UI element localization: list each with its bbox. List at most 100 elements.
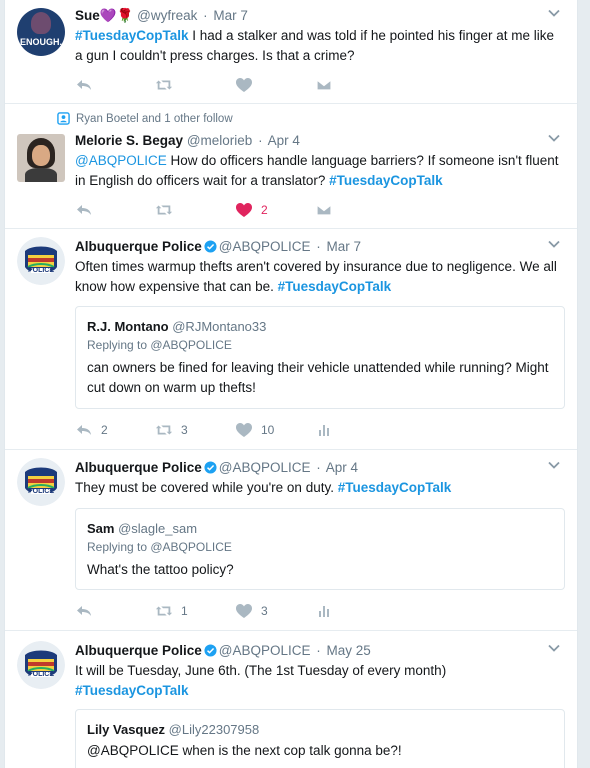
social-context-text: Ryan Boetel and 1 other follow: [76, 112, 233, 125]
avatar[interactable]: ENOUGH.: [17, 8, 65, 56]
like-button[interactable]: 10: [235, 422, 315, 438]
retweet-icon: [155, 202, 173, 218]
tweet[interactable]: POLICE Albuquerque Police @ABQPOLICE · Ma…: [5, 631, 577, 768]
tweet-header: Melorie S. Begay @melorieb · Apr 4: [75, 131, 561, 150]
timestamp[interactable]: Mar 7: [213, 8, 248, 23]
reply-icon: [75, 202, 93, 218]
police-logo-avatar[interactable]: [17, 458, 65, 506]
tweet[interactable]: POLICE Albuquerque Police @ABQPOLICE · Ma…: [5, 229, 577, 450]
separator: ·: [316, 643, 321, 658]
analytics-button[interactable]: [315, 603, 395, 619]
name-emoji: 💜🌹: [99, 8, 134, 23]
author-handle[interactable]: @melorieb: [187, 133, 252, 148]
avatar-label: POLICE: [27, 671, 55, 678]
author-name[interactable]: Albuquerque Police: [75, 239, 202, 254]
separator: ·: [258, 133, 263, 148]
quote-text: What's the tattoo policy?: [87, 562, 234, 577]
reply-button[interactable]: 2: [75, 422, 155, 438]
reply-button[interactable]: [75, 77, 155, 93]
retweet-button[interactable]: [155, 77, 235, 93]
author-name[interactable]: Sue: [75, 8, 100, 23]
like-count: 3: [261, 604, 268, 618]
tweet-header: Albuquerque Police @ABQPOLICE · Apr 4: [75, 458, 561, 477]
author-name[interactable]: Melorie S. Begay: [75, 133, 183, 148]
tweet[interactable]: Ryan Boetel and 1 other follow Melorie S…: [5, 104, 577, 229]
caret-down-icon[interactable]: [547, 6, 561, 20]
replying-to: Replying to @ABQPOLICE: [87, 540, 232, 554]
analytics-icon: [315, 422, 333, 438]
quoted-tweet[interactable]: Sam @slagle_sam Replying to @ABQPOLICE W…: [75, 508, 565, 590]
tweet-text: It will be Tuesday, June 6th. (The 1st T…: [75, 661, 561, 701]
tweet[interactable]: POLICE Albuquerque Police @ABQPOLICE · Ap…: [5, 450, 577, 631]
quote-author-name: Sam: [87, 521, 115, 536]
social-context: Ryan Boetel and 1 other follow: [57, 112, 233, 125]
author-handle[interactable]: @wyfreak: [137, 8, 197, 23]
author-handle[interactable]: @ABQPOLICE: [219, 643, 311, 658]
follow-context-icon: [57, 112, 70, 125]
reply-icon: [75, 603, 93, 619]
author-handle[interactable]: @ABQPOLICE: [219, 460, 311, 475]
reply-button[interactable]: [75, 202, 155, 218]
hashtag-link[interactable]: #TuesdayCopTalk: [75, 28, 189, 43]
retweet-icon: [155, 422, 173, 438]
text-segment: They must be covered while you're on dut…: [75, 480, 338, 495]
tweet-actions: [75, 75, 395, 95]
quote-header: Lily Vasquez @Lily22307958: [87, 722, 554, 737]
quoted-tweet[interactable]: Lily Vasquez @Lily22307958 @ABQPOLICE wh…: [75, 709, 565, 768]
timestamp[interactable]: Apr 4: [268, 133, 300, 148]
replying-to: Replying to @ABQPOLICE: [87, 338, 232, 352]
hashtag-link[interactable]: #TuesdayCopTalk: [278, 279, 392, 294]
caret-down-icon[interactable]: [547, 458, 561, 472]
timestamp[interactable]: May 25: [327, 643, 371, 658]
timeline-feed: ENOUGH. Sue💜🌹 @wyfreak · Mar 7 #TuesdayC…: [4, 0, 578, 768]
mention-link[interactable]: @ABQPOLICE: [75, 153, 167, 168]
reply-icon: [75, 422, 93, 438]
hashtag-link[interactable]: #TuesdayCopTalk: [338, 480, 452, 495]
tweet[interactable]: ENOUGH. Sue💜🌹 @wyfreak · Mar 7 #TuesdayC…: [5, 0, 577, 104]
caret-down-icon[interactable]: [547, 131, 561, 145]
retweet-button[interactable]: 1: [155, 603, 235, 619]
retweet-icon: [155, 603, 173, 619]
retweet-button[interactable]: 3: [155, 422, 235, 438]
police-logo-avatar[interactable]: [17, 641, 65, 689]
tweet-text: #TuesdayCopTalk I had a stalker and was …: [75, 26, 561, 66]
dm-button[interactable]: [315, 202, 395, 218]
dm-button[interactable]: [315, 77, 395, 93]
caret-down-icon[interactable]: [547, 641, 561, 655]
retweet-button[interactable]: [155, 202, 235, 218]
separator: ·: [203, 8, 208, 23]
heart-icon: [235, 603, 253, 619]
reply-button[interactable]: [75, 603, 155, 619]
quote-header: R.J. Montano @RJMontano33: [87, 319, 554, 334]
quote-author-name: R.J. Montano: [87, 319, 169, 334]
quote-author-name: Lily Vasquez: [87, 722, 166, 737]
caret-down-icon[interactable]: [547, 237, 561, 251]
retweet-icon: [155, 77, 173, 93]
police-logo-avatar[interactable]: [17, 237, 65, 285]
analytics-button[interactable]: [315, 422, 395, 438]
quote-author-handle: @RJMontano33: [172, 319, 267, 334]
author-handle[interactable]: @ABQPOLICE: [219, 239, 311, 254]
like-button[interactable]: 2: [235, 202, 315, 218]
author-name[interactable]: Albuquerque Police: [75, 643, 202, 658]
like-button[interactable]: [235, 77, 315, 93]
hashtag-link[interactable]: #TuesdayCopTalk: [329, 173, 443, 188]
hashtag-link[interactable]: #TuesdayCopTalk: [75, 683, 189, 698]
timestamp[interactable]: Apr 4: [326, 460, 358, 475]
tweet-text: They must be covered while you're on dut…: [75, 478, 561, 498]
timestamp[interactable]: Mar 7: [327, 239, 362, 254]
author-name[interactable]: Albuquerque Police: [75, 460, 202, 475]
quote-author-handle: @slagle_sam: [118, 521, 198, 536]
quoted-tweet[interactable]: R.J. Montano @RJMontano33 Replying to @A…: [75, 306, 565, 409]
like-button[interactable]: 3: [235, 603, 315, 619]
text-segment: It will be Tuesday, June 6th. (The 1st T…: [75, 663, 447, 678]
heart-icon: [235, 422, 253, 438]
tweet-text: Often times warmup thefts aren't covered…: [75, 257, 561, 297]
tweet-actions: 1 3: [75, 601, 395, 621]
avatar[interactable]: [17, 134, 65, 182]
separator: ·: [316, 239, 321, 254]
avatar-label: POLICE: [27, 488, 55, 495]
like-count: 2: [261, 203, 268, 217]
verified-badge-icon: [204, 240, 217, 253]
dm-icon: [315, 202, 333, 218]
